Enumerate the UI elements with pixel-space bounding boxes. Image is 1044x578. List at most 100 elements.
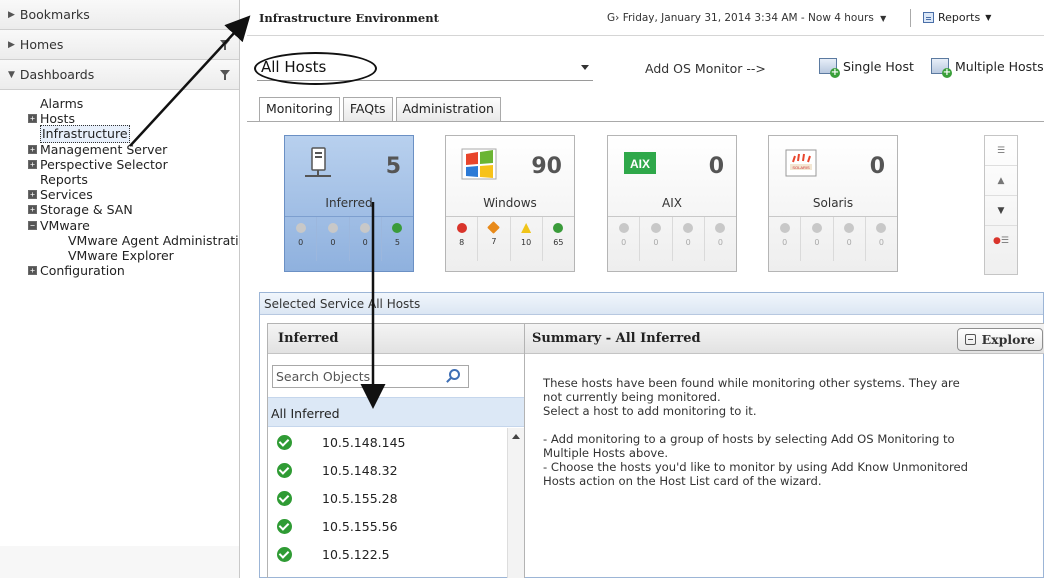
ok-status-icon [277, 490, 292, 506]
search-objects-input[interactable]: Search Objects [272, 365, 469, 388]
aix-logo-icon: AIX [624, 152, 656, 174]
host-list-scrollbar[interactable] [507, 428, 524, 578]
summary-text: These hosts have been found while monito… [543, 376, 1023, 488]
expand-icon[interactable]: + [28, 266, 37, 276]
summary-panel: Summary - All Inferred Explore These hos… [525, 323, 1044, 578]
critical-count[interactable]: 0 [608, 217, 641, 261]
tile-toolbar: ☰ ▲ ▼ ● ☰ [984, 135, 1018, 275]
normal-count[interactable]: 65 [543, 217, 574, 261]
host-address: 10.5.155.28 [322, 490, 398, 506]
warning-count[interactable]: 10 [511, 217, 543, 261]
windows-logo-icon [461, 148, 497, 180]
tree-item-management-server[interactable]: + Management Server [28, 142, 239, 157]
tree-item-reports[interactable]: Reports [28, 172, 239, 187]
tile-count: 90 [531, 154, 562, 179]
report-icon [923, 12, 934, 23]
tree-item-label: VMware Explorer [68, 247, 174, 263]
normal-count[interactable]: 5 [382, 217, 413, 261]
svg-text:SOLARIS: SOLARIS [792, 165, 810, 170]
svg-text:AIX: AIX [630, 157, 650, 171]
scroll-up-arrow-icon[interactable] [512, 434, 520, 439]
expand-icon[interactable]: + [28, 205, 37, 215]
time-range-selector[interactable]: G› Friday, January 31, 2014 3:34 AM - No… [607, 12, 886, 24]
single-host-button[interactable]: Single Host [819, 58, 914, 78]
expand-icon[interactable]: + [28, 144, 37, 154]
scroll-up-icon[interactable]: ▲ [985, 166, 1017, 196]
tree-item-hosts[interactable]: + Hosts [28, 111, 239, 126]
bookmarks-section[interactable]: ▶ Bookmarks [0, 0, 239, 30]
host-list-item[interactable]: 10.5.155.56 [268, 512, 508, 540]
warning-count[interactable]: 0 [834, 217, 866, 261]
tree-item-label: Configuration [40, 263, 125, 279]
expand-icon[interactable]: + [28, 190, 37, 200]
tree-item-configuration[interactable]: + Configuration [28, 263, 239, 278]
tree-item-infrastructure[interactable]: Infrastructure [28, 125, 239, 143]
scroll-down-icon[interactable]: ▼ [985, 196, 1017, 226]
tab-monitoring[interactable]: Monitoring [259, 97, 340, 122]
sort-alarms-icon[interactable]: ● ☰ [985, 226, 1017, 256]
search-icon[interactable] [449, 369, 460, 380]
warning-icon [360, 223, 371, 233]
tree-item-vmware-explorer[interactable]: VMware Explorer [28, 248, 239, 263]
expand-icon[interactable]: + [28, 114, 37, 124]
tab-bar: Monitoring FAQts Administration [259, 97, 504, 122]
explore-label: Explore [981, 332, 1035, 347]
title-bar: Infrastructure Environment G› Friday, Ja… [247, 0, 1044, 36]
major-count[interactable]: 0 [801, 217, 834, 261]
filter-icon[interactable] [220, 70, 230, 80]
normal-count[interactable]: 0 [866, 217, 897, 261]
reports-label: Reports [938, 11, 981, 24]
tile-count: 5 [385, 154, 401, 179]
tree-item-alarms[interactable]: Alarms [28, 96, 239, 111]
search-placeholder: Search Objects [276, 369, 371, 384]
homes-label: Homes [19, 37, 64, 52]
host-address: 10.5.122.5 [322, 546, 390, 562]
summary-line: Hosts action on the Host List card of th… [543, 474, 822, 488]
filter-icon[interactable] [220, 40, 230, 50]
reports-button[interactable]: Reports ▼ [923, 11, 991, 24]
warning-count[interactable]: 0 [350, 217, 382, 261]
host-list-item[interactable]: 10.5.148.145 [268, 428, 508, 456]
expanded-triangle-icon: ▼ [8, 69, 15, 80]
tree-item-services[interactable]: + Services [28, 187, 239, 202]
critical-icon [618, 223, 629, 233]
critical-count[interactable]: 0 [285, 217, 318, 261]
collapse-icon[interactable]: − [28, 220, 37, 230]
tile-windows[interactable]: 90 Windows 8 7 10 65 [445, 135, 575, 272]
host-list-item[interactable]: 10.5.122.5 [268, 540, 508, 568]
tree-item-vmware[interactable]: − VMware [28, 218, 239, 233]
tile-inferred[interactable]: 5 Inferred 0 0 0 5 [284, 135, 414, 272]
multiple-hosts-button[interactable]: Multiple Hosts [931, 58, 1044, 78]
tree-item-label: Perspective Selector [40, 156, 168, 172]
tree-item-vmware-agent-administrati[interactable]: VMware Agent Administrati [28, 233, 239, 248]
dashboards-section[interactable]: ▼ Dashboards [0, 60, 239, 90]
warning-icon [683, 223, 694, 233]
list-view-icon[interactable]: ☰ [985, 136, 1017, 166]
summary-line: Multiple Hosts above. [543, 446, 669, 460]
tree-item-storage-san[interactable]: + Storage & SAN [28, 202, 239, 217]
major-count[interactable]: 0 [317, 217, 350, 261]
tab-administration[interactable]: Administration [395, 97, 501, 121]
tile-name: Inferred [325, 196, 373, 210]
major-icon [487, 221, 501, 234]
host-list-item[interactable]: 10.5.148.32 [268, 456, 508, 484]
explore-button[interactable]: Explore [956, 328, 1043, 351]
ok-status-icon [277, 518, 292, 534]
host-list-item[interactable]: 10.5.155.28 [268, 484, 508, 512]
warning-count[interactable]: 0 [673, 217, 705, 261]
critical-count[interactable]: 8 [446, 217, 479, 261]
tile-solaris[interactable]: SOLARIS 0 Solaris 0 0 0 0 [768, 135, 898, 272]
left-navigation: ▶ Bookmarks ▶ Homes ▼ Dashboards Alarms +… [0, 0, 240, 578]
normal-count[interactable]: 0 [705, 217, 736, 261]
major-count[interactable]: 7 [478, 217, 511, 261]
critical-count[interactable]: 0 [769, 217, 802, 261]
homes-section[interactable]: ▶ Homes [0, 30, 239, 60]
separator [910, 9, 911, 27]
tile-aix[interactable]: AIX 0 AIX 0 0 0 0 [607, 135, 737, 272]
tree-item-perspective-selector[interactable]: + Perspective Selector [28, 157, 239, 172]
major-count[interactable]: 0 [640, 217, 673, 261]
all-inferred-row[interactable]: All Inferred [268, 397, 524, 427]
expand-icon[interactable]: + [28, 159, 37, 169]
tab-faqts[interactable]: FAQts [342, 97, 393, 121]
selected-service-panel: Selected Service All Hosts Inferred Sear… [259, 292, 1044, 578]
